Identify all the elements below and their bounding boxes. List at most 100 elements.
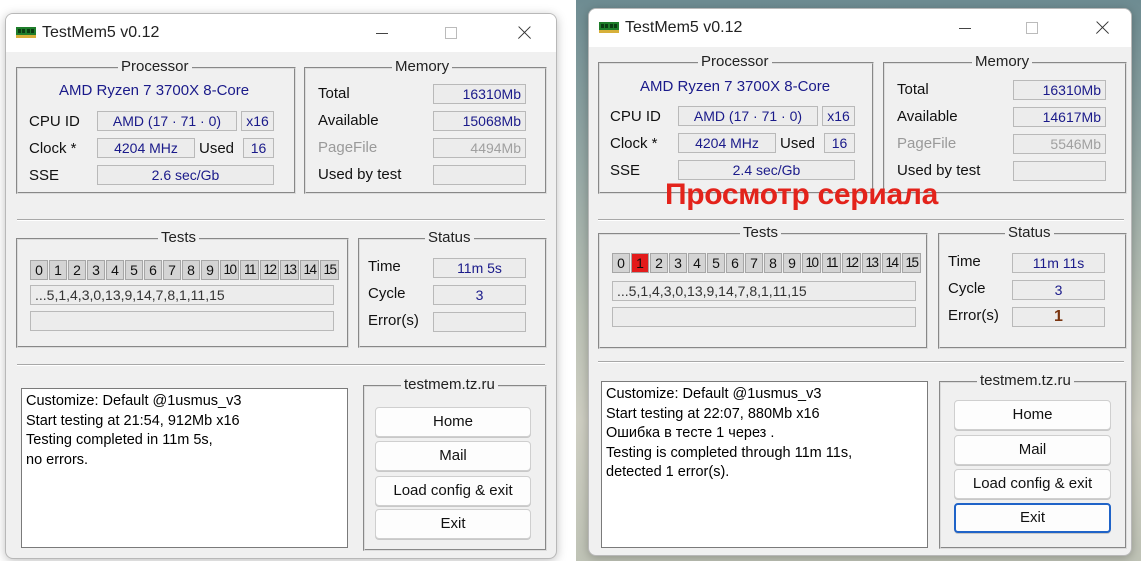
log-line: Start testing at 21:54, 912Mb x16 <box>26 412 240 429</box>
test-cell: 11 <box>822 253 841 273</box>
cpu-id-field: AMD (17 · 71 · 0) <box>97 111 237 131</box>
log-line: Customize: Default @1usmus_v3 <box>26 393 242 409</box>
log-line: Testing completed in 11m 5s, <box>26 432 213 448</box>
used-threads-label: Used <box>199 140 235 157</box>
test-cell: 1 <box>631 253 649 273</box>
total-label: Total <box>897 81 929 98</box>
used-threads-label: Used <box>780 135 816 152</box>
separator <box>17 219 545 221</box>
close-button[interactable] <box>501 18 547 48</box>
test-cell: 4 <box>106 260 124 280</box>
used-threads-field: 16 <box>243 138 274 158</box>
time-field: 11m 5s <box>433 258 526 278</box>
thread-count-field: x16 <box>822 106 855 126</box>
home-button[interactable]: Home <box>954 400 1111 430</box>
test-cell: 9 <box>201 260 219 280</box>
test-cell: 14 <box>882 253 901 273</box>
sse-label: SSE <box>29 167 60 184</box>
available-label: Available <box>897 108 958 125</box>
status-group: Status Time 11m 5s Cycle 3 Error(s) <box>358 229 547 348</box>
log-text-area[interactable]: Customize: Default @1usmus_v3 Start test… <box>601 381 928 548</box>
test-cell: 5 <box>707 253 725 273</box>
time-field: 11m 11s <box>1012 253 1105 273</box>
memory-group-label: Memory <box>972 53 1033 70</box>
test-cell: 0 <box>30 260 48 280</box>
used-threads-field: 16 <box>824 133 855 153</box>
available-label: Available <box>318 112 379 129</box>
test-cell: 2 <box>68 260 86 280</box>
title-bar[interactable]: TestMem5 v0.12 <box>589 9 1131 47</box>
memory-group: Memory Total 16310Mb Available 14617Mb P… <box>883 53 1127 194</box>
log-line: Ошибка в тесте 1 через . <box>606 425 775 441</box>
mail-button[interactable]: Mail <box>375 441 531 471</box>
maximize-button[interactable] <box>428 18 474 48</box>
maximize-button[interactable] <box>1009 13 1055 43</box>
test-cell: 15 <box>902 253 921 273</box>
minimize-button[interactable] <box>942 13 988 43</box>
processor-name: AMD Ryzen 7 3700X 8-Core <box>640 78 831 95</box>
clock-field: 4204 MHz <box>97 138 195 158</box>
sse-field: 2.4 sec/Gb <box>678 160 855 180</box>
sse-field: 2.6 sec/Gb <box>97 165 274 185</box>
test-cell: 14 <box>300 260 319 280</box>
site-label: testmem.tz.ru <box>401 376 498 393</box>
total-memory-field: 16310Mb <box>433 84 526 104</box>
sse-label: SSE <box>610 162 641 179</box>
test-cell: 13 <box>280 260 299 280</box>
load-config-exit-button[interactable]: Load config & exit <box>375 476 531 506</box>
test-cell: 6 <box>726 253 744 273</box>
exit-button[interactable]: Exit <box>375 509 531 539</box>
tests-group: Tests 0 1 2 3 4 5 6 7 8 9 10 11 12 13 14 15 ...5,1,4,3,… <box>16 229 349 348</box>
test-cell: 10 <box>802 253 821 273</box>
close-button[interactable] <box>1079 13 1125 43</box>
minimize-button[interactable] <box>359 18 405 48</box>
ram-chip-icon <box>16 27 36 38</box>
test-sequence-field: ...5,1,4,3,0,13,9,14,7,8,1,11,15 <box>612 281 916 301</box>
log-line: Start testing at 22:07, 880Mb x16 <box>606 405 820 422</box>
separator <box>598 361 1124 363</box>
available-memory-field: 14617Mb <box>1013 107 1106 127</box>
log-line: no errors. <box>26 451 89 468</box>
clock-label: Clock * <box>29 140 77 157</box>
processor-group-label: Processor <box>118 58 192 75</box>
test-cell: 15 <box>320 260 339 280</box>
test-cell: 7 <box>745 253 763 273</box>
test-cell: 6 <box>144 260 162 280</box>
pagefile-label: PageFile <box>897 135 957 152</box>
load-config-exit-button[interactable]: Load config & exit <box>954 469 1111 499</box>
test-cell: 3 <box>669 253 687 273</box>
home-button[interactable]: Home <box>375 407 531 437</box>
test-cell: 13 <box>862 253 881 273</box>
processor-group-label: Processor <box>698 53 772 70</box>
log-text-area[interactable]: Customize: Default @1usmus_v3 Start test… <box>21 388 348 548</box>
mail-button[interactable]: Mail <box>954 435 1111 465</box>
window-title: TestMem5 v0.12 <box>42 24 160 41</box>
total-label: Total <box>318 85 350 102</box>
clock-field: 4204 MHz <box>678 133 776 153</box>
cycle-label: Cycle <box>948 280 986 297</box>
test-cell: 12 <box>842 253 861 273</box>
clock-label: Clock * <box>610 135 658 152</box>
status-group-label: Status <box>425 229 474 246</box>
used-by-test-field <box>433 165 526 185</box>
cpu-id-field: AMD (17 · 71 · 0) <box>678 106 818 126</box>
cycle-label: Cycle <box>368 285 406 302</box>
log-line: Testing is completed through 11m 11s, <box>606 444 853 461</box>
errors-label: Error(s) <box>368 312 419 329</box>
errors-field <box>433 312 526 332</box>
status-group-label: Status <box>1005 224 1054 241</box>
test-cell: 5 <box>125 260 143 280</box>
used-by-test-label: Used by test <box>897 162 981 179</box>
pagefile-field: 5546Mb <box>1013 134 1106 154</box>
tests-group: Tests 0 1 2 3 4 5 6 7 8 9 10 11 12 13 14 15 ...5,1,4,3,… <box>598 224 928 349</box>
separator <box>598 219 1124 221</box>
links-group: testmem.tz.ru Home Mail Load config & ex… <box>363 376 547 551</box>
test-cell: 2 <box>650 253 668 273</box>
exit-button[interactable]: Exit <box>954 503 1111 533</box>
title-bar[interactable]: TestMem5 v0.12 <box>6 14 556 52</box>
cpu-id-label: CPU ID <box>29 113 80 130</box>
total-memory-field: 16310Mb <box>1013 80 1106 100</box>
processor-group: Processor AMD Ryzen 7 3700X 8-Core CPU I… <box>16 58 296 194</box>
test-cells: 0 1 2 3 4 5 6 7 8 9 10 11 12 13 14 15 <box>612 253 921 273</box>
tests-group-label: Tests <box>158 229 200 246</box>
